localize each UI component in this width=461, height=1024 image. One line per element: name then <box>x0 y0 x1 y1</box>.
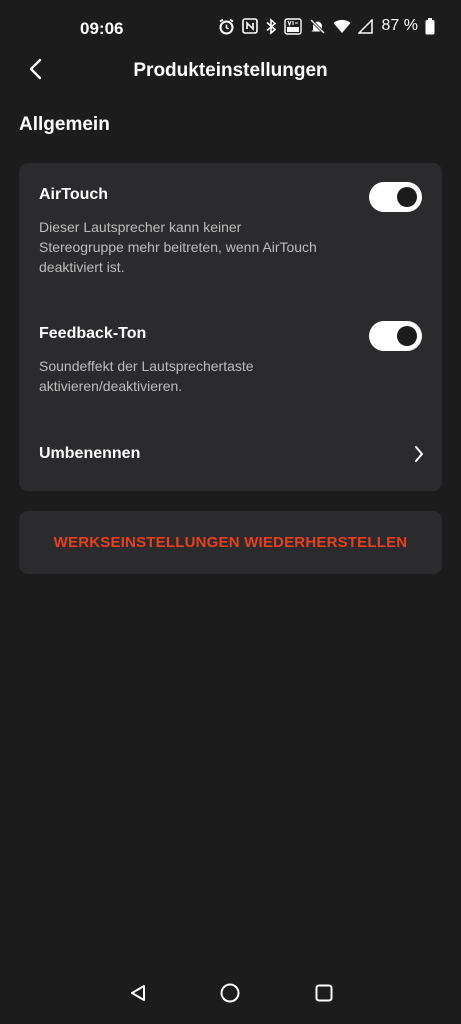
airtouch-toggle[interactable] <box>369 182 422 212</box>
setting-label: Feedback-Ton <box>39 325 147 342</box>
page-title: Produkteinstellungen <box>133 60 328 81</box>
setting-description: Dieser Lautsprecher kann keiner Stereogr… <box>39 219 317 275</box>
signal-icon <box>357 18 373 34</box>
toggle-knob <box>397 326 417 346</box>
nav-recents-button[interactable] <box>311 982 337 1008</box>
nfc-icon <box>241 18 258 34</box>
battery-percent: 87 % <box>381 17 418 34</box>
alarm-icon <box>218 18 235 35</box>
setting-airtouch: AirTouch Dieser Lautsprecher kann keiner… <box>39 182 422 277</box>
feedback-ton-toggle[interactable] <box>369 321 422 351</box>
nav-home-button[interactable] <box>217 982 243 1008</box>
setting-description: Soundeffekt der Lautsprechertaste aktivi… <box>39 358 254 394</box>
toggle-knob <box>397 187 417 207</box>
setting-feedback-ton: Feedback-Ton Soundeffekt der Lautspreche… <box>39 321 422 396</box>
circle-home-icon <box>219 982 241 1009</box>
triangle-back-icon <box>128 983 148 1008</box>
status-bar: 09:06 87 % <box>0 0 461 58</box>
setting-label: AirTouch <box>39 186 109 203</box>
square-recents-icon <box>314 983 334 1008</box>
rename-row[interactable]: Umbenennen <box>19 435 442 475</box>
section-title: Allgemein <box>19 114 110 135</box>
factory-reset-button[interactable]: WERKSEINSTELLUNGEN WIEDERHERSTELLEN <box>19 511 442 574</box>
bluetooth-icon <box>265 17 277 35</box>
settings-card: AirTouch Dieser Lautsprecher kann keiner… <box>19 163 442 491</box>
factory-reset-label: WERKSEINSTELLUNGEN WIEDERHERSTELLEN <box>53 534 408 551</box>
status-time: 09:06 <box>80 19 124 38</box>
mute-icon <box>309 18 326 35</box>
battery-icon <box>425 17 435 35</box>
wifi-icon <box>333 19 351 34</box>
nav-back-button[interactable] <box>125 982 151 1008</box>
volte-icon <box>283 17 302 35</box>
chevron-right-icon <box>414 445 424 468</box>
app-bar: Produkteinstellungen <box>0 52 461 92</box>
system-nav-bar <box>0 970 461 1020</box>
rename-label: Umbenennen <box>39 445 141 462</box>
status-icons: 87 % <box>218 17 435 35</box>
